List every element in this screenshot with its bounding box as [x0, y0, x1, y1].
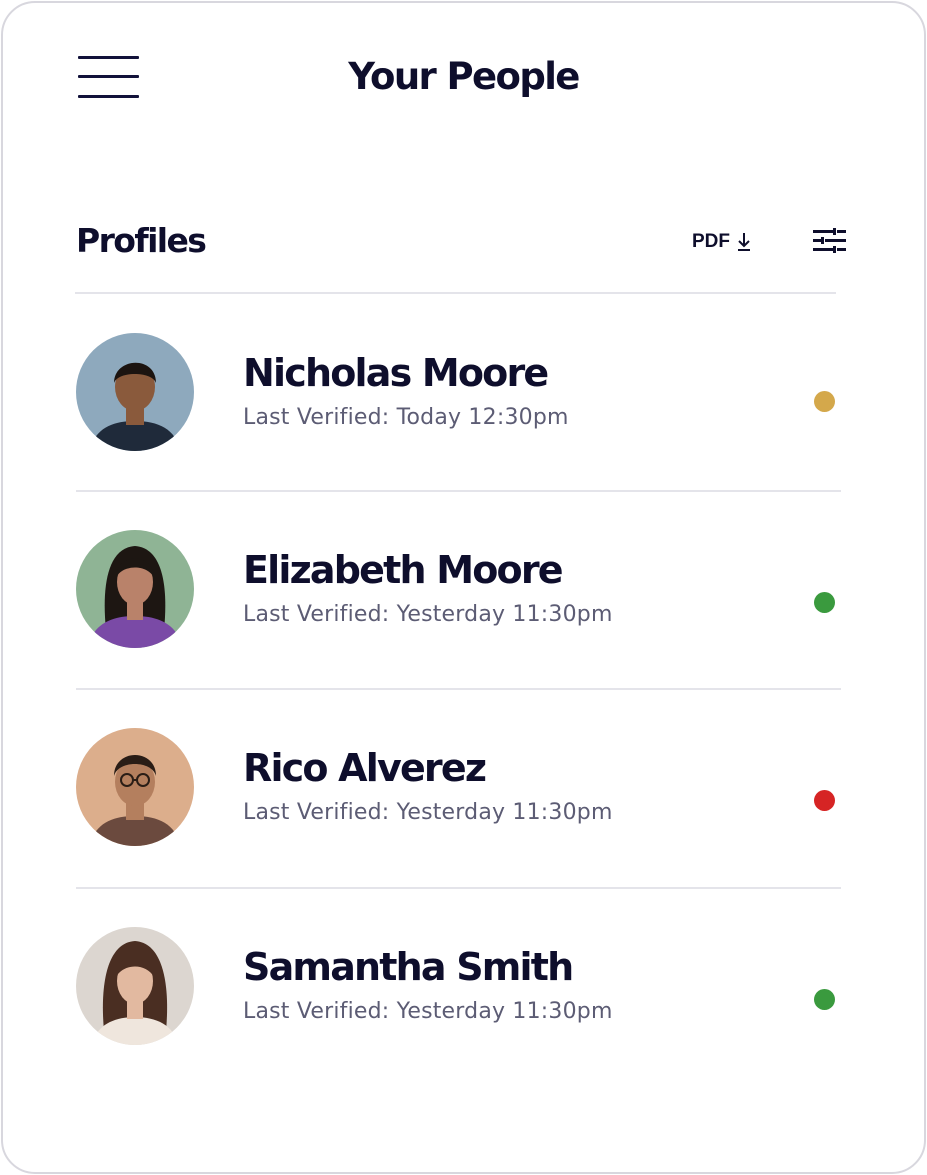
last-verified-text: Last Verified: Today 12:30pm — [243, 405, 569, 430]
pdf-download-button[interactable]: PDF — [692, 230, 752, 254]
filter-settings-icon[interactable] — [813, 228, 846, 254]
section-title: Profiles — [76, 221, 207, 260]
person-row[interactable]: Elizabeth Moore Last Verified: Yesterday… — [76, 530, 841, 720]
status-indicator — [814, 790, 835, 811]
status-indicator — [814, 592, 835, 613]
divider — [75, 292, 836, 294]
last-verified-text: Last Verified: Yesterday 11:30pm — [243, 602, 613, 627]
status-indicator — [814, 391, 835, 412]
divider — [76, 887, 841, 889]
last-verified-text: Last Verified: Yesterday 11:30pm — [243, 999, 613, 1024]
avatar — [76, 728, 194, 846]
avatar — [76, 927, 194, 1045]
pdf-label: PDF — [692, 231, 730, 252]
download-icon — [738, 233, 750, 251]
page-title: Your People — [348, 55, 580, 98]
status-indicator — [814, 989, 835, 1010]
app-window: Your People Profiles PDF Nicholas Moore … — [1, 1, 926, 1174]
avatar — [76, 530, 194, 648]
person-name: Elizabeth Moore — [243, 548, 564, 592]
person-row[interactable]: Samantha Smith Last Verified: Yesterday … — [76, 927, 841, 1117]
divider — [76, 490, 841, 492]
person-row[interactable]: Nicholas Moore Last Verified: Today 12:3… — [76, 333, 841, 523]
divider — [76, 688, 841, 690]
person-name: Samantha Smith — [243, 945, 574, 989]
person-name: Rico Alverez — [243, 746, 487, 790]
person-name: Nicholas Moore — [243, 351, 549, 395]
last-verified-text: Last Verified: Yesterday 11:30pm — [243, 800, 613, 825]
avatar — [76, 333, 194, 451]
person-row[interactable]: Rico Alverez Last Verified: Yesterday 11… — [76, 728, 841, 918]
